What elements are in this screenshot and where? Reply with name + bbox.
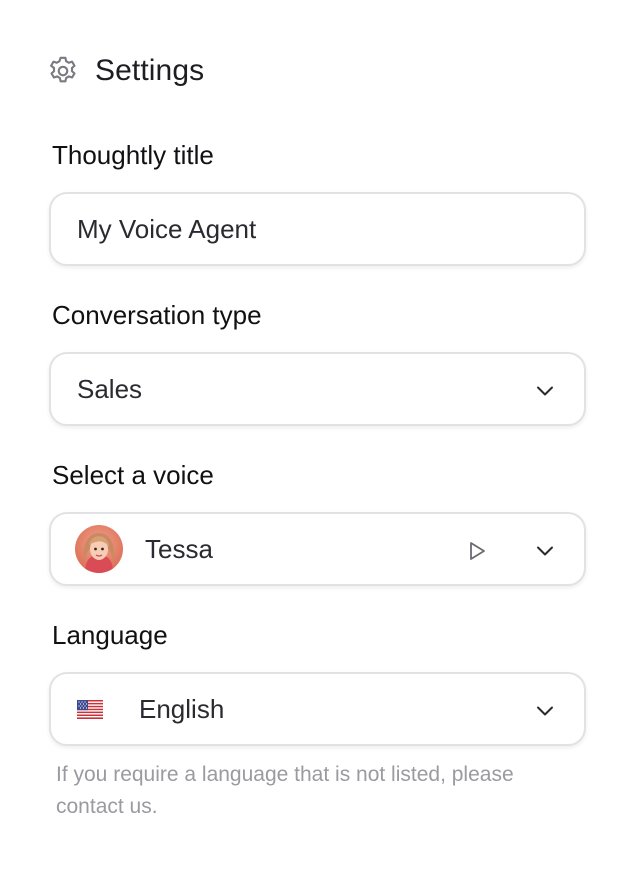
gear-icon bbox=[46, 54, 80, 88]
chevron-down-icon bbox=[534, 540, 556, 562]
voice-value: Tessa bbox=[145, 533, 213, 564]
title-field-label: Thoughtly title bbox=[52, 140, 214, 170]
settings-header: Settings bbox=[46, 50, 204, 92]
language-label: Language bbox=[52, 620, 168, 650]
conversation-type-select[interactable]: Sales bbox=[49, 352, 586, 426]
page-title: Settings bbox=[95, 54, 205, 87]
conversation-type-value: Sales bbox=[77, 373, 143, 404]
settings-panel: Settings Thoughtly title Conversation ty… bbox=[0, 0, 637, 893]
language-select[interactable]: English bbox=[49, 672, 586, 746]
language-hint: If you require a language that is not li… bbox=[56, 763, 514, 818]
chevron-down-icon bbox=[534, 700, 556, 722]
play-icon[interactable] bbox=[466, 540, 488, 562]
us-flag-icon bbox=[77, 699, 103, 719]
title-input[interactable] bbox=[77, 213, 537, 245]
language-value: English bbox=[139, 693, 225, 724]
chevron-down-icon bbox=[534, 380, 556, 402]
avatar-icon bbox=[75, 525, 123, 573]
title-field-container bbox=[49, 192, 586, 266]
voice-label: Select a voice bbox=[52, 460, 214, 490]
conversation-type-label: Conversation type bbox=[52, 300, 262, 330]
voice-select[interactable]: Tessa bbox=[49, 512, 586, 586]
